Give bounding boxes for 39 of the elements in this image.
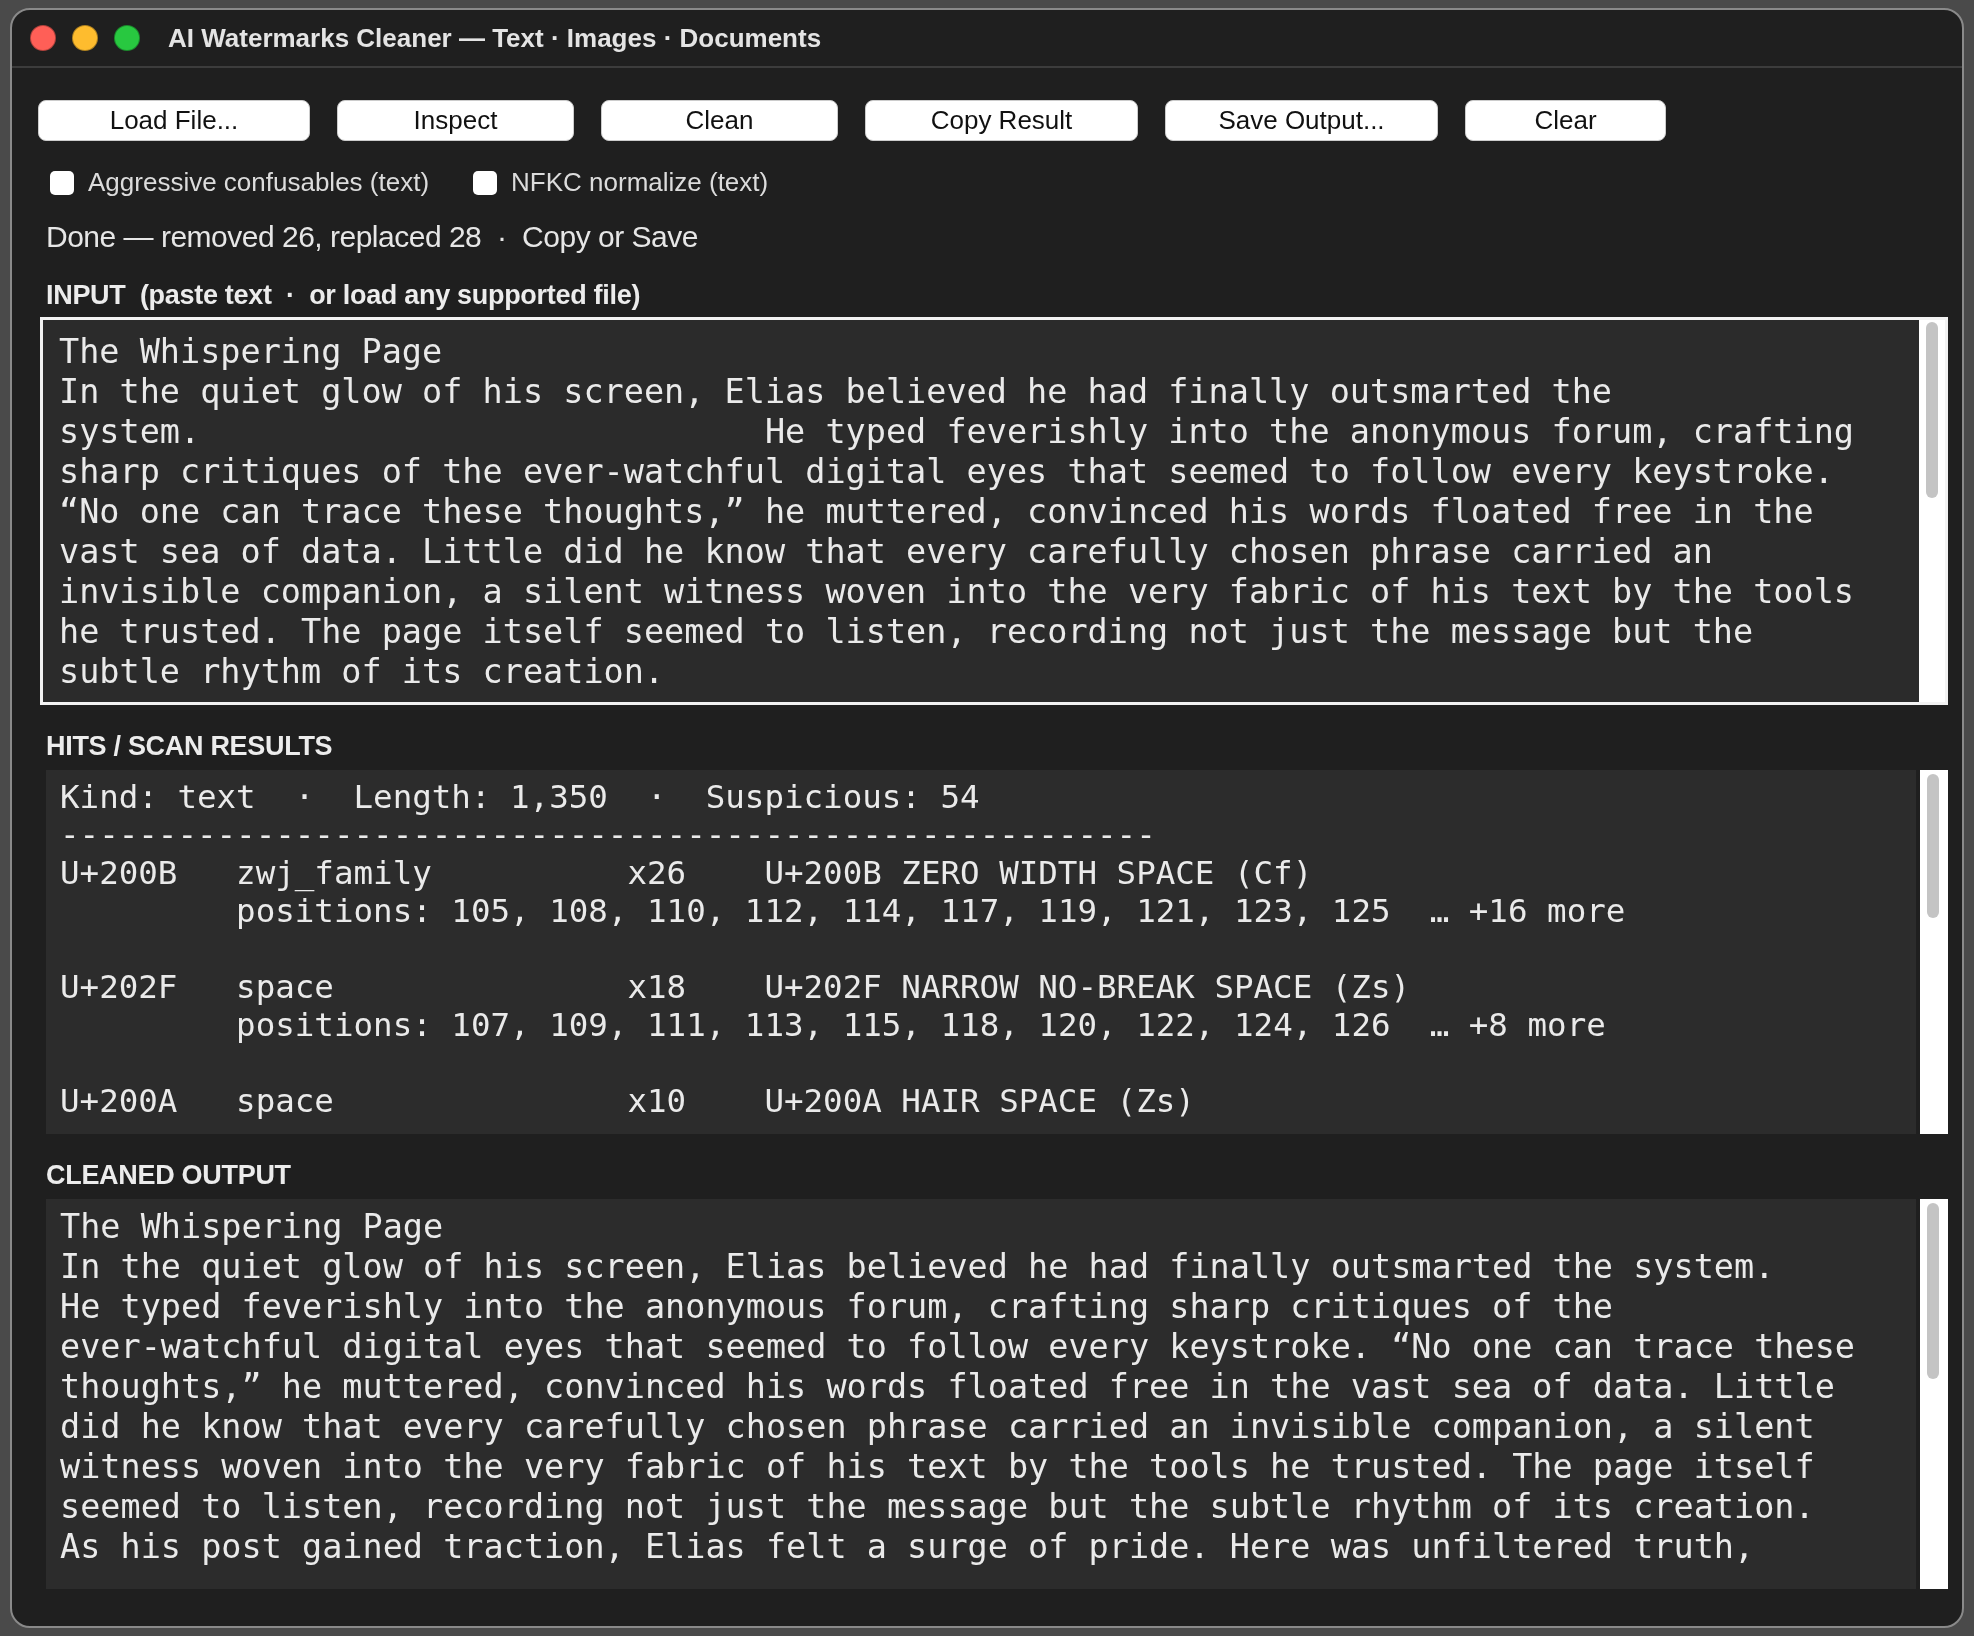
toolbar-button[interactable]: Save Output... bbox=[1165, 100, 1438, 141]
code-point: U+200B bbox=[60, 854, 179, 892]
status-message: Done — removed 26, replaced 28 · Copy or Save bbox=[46, 220, 699, 254]
checkbox-label[interactable]: NFKC normalize (text) bbox=[511, 167, 769, 198]
count-text: x10 bbox=[627, 1082, 688, 1120]
toolbar-button[interactable]: Load File... bbox=[38, 100, 310, 141]
category-text: space bbox=[236, 1082, 335, 1120]
code-point: U+200A bbox=[60, 1082, 179, 1120]
positions-text: positions: 107, 109, 111, 113, 115, 118, 120, 122, 124, 126 … +8 more bbox=[235, 1006, 1607, 1044]
character-name: U+202F NARROW NO-BREAK SPACE (Zs) bbox=[764, 968, 1411, 1006]
zoom-button[interactable] bbox=[114, 25, 140, 51]
scrollbar[interactable] bbox=[1920, 1199, 1948, 1589]
output-text-area[interactable]: The Whispering Page In the quiet glow of his screen, Elias believed he had finally outsmarted the system. He typed feverishly into the anonymous forum, crafting sharp critiques of the ever-watchful digital eyes that seemed to follow every keystroke. “No one can trace these thoughts,” he muttered, convinced his words floated free in the vast sea of data. Little did he know that every carefully chosen phrase carried an invisible companion, a silent witness woven into the very fabric of his text by the tools he trusted. The page itself seemed to listen, recording not just the message but the subtle rhythm of its creation. As his post gained traction, Elias felt a surge of pride. Here was unfiltered truth, bbox=[46, 1199, 1916, 1589]
section-heading: HITS / SCAN RESULTS bbox=[46, 731, 334, 762]
count-text: x26 bbox=[627, 854, 688, 892]
separator-line: -------------------------------------------------------- bbox=[60, 816, 1157, 854]
section-heading: CLEANED OUTPUT bbox=[46, 1160, 292, 1191]
code-point: U+202F bbox=[60, 968, 179, 1006]
scrollbar[interactable] bbox=[1920, 770, 1948, 1134]
results-summary: Kind: text · Length: 1,350 · Suspicious: 54 bbox=[60, 778, 981, 816]
character-name: U+200A HAIR SPACE (Zs) bbox=[764, 1082, 1195, 1120]
toolbar-button[interactable]: Clear bbox=[1465, 100, 1666, 141]
toolbar-button[interactable]: Copy Result bbox=[865, 100, 1138, 141]
minimize-button[interactable] bbox=[72, 25, 98, 51]
character-name: U+200B ZERO WIDTH SPACE (Cf) bbox=[764, 854, 1313, 892]
scrollbar[interactable] bbox=[1919, 320, 1945, 702]
toolbar-button[interactable]: Clean bbox=[601, 100, 838, 141]
checkbox[interactable] bbox=[473, 170, 498, 195]
close-button[interactable] bbox=[30, 25, 56, 51]
count-text: x18 bbox=[627, 968, 688, 1006]
checkbox-label[interactable]: Aggressive confusables (text) bbox=[88, 167, 430, 198]
positions-text: positions: 105, 108, 110, 112, 114, 117, 119, 121, 123, 125 … +16 more bbox=[235, 892, 1627, 930]
input-text-area[interactable]: The Whispering Page In the quiet glow of his screen, Elias believed he had finally outsmarted the system. He typed feverishly into the anonymous forum, crafting sharp critiques of the ever-watchful digital eyes that seemed to follow every keystroke. “No one can trace these thoughts,” he muttered, convinced his words floated free in the vast sea of data. Little did he know that every carefully chosen phrase carried an invisible companion, a silent witness woven into the very fabric of his text by the tools he trusted. The page itself seemed to listen, recording not just the message but the subtle rhythm of its creation. bbox=[40, 317, 1948, 705]
toolbar-button[interactable]: Inspect bbox=[337, 100, 574, 141]
checkbox[interactable] bbox=[50, 170, 74, 195]
category-text: space bbox=[236, 968, 335, 1006]
section-heading: INPUT (paste text · or load any supported file) bbox=[46, 280, 642, 311]
window-title: AI Watermarks Cleaner — Text · Images · Documents bbox=[168, 22, 822, 54]
category-text: zwj_family bbox=[236, 854, 433, 892]
